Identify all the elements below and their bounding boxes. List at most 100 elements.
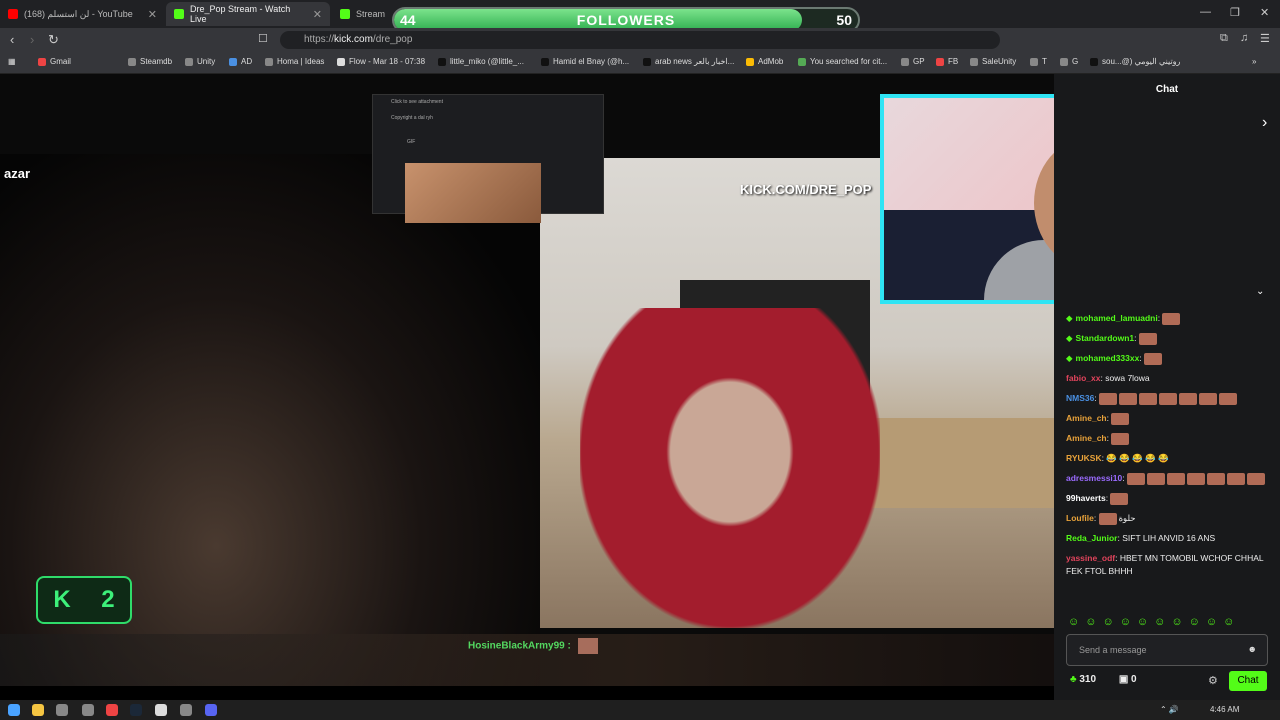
- bookmark-hamid[interactable]: Hamid el Bnay (@h...: [541, 57, 629, 66]
- tab-stream[interactable]: Stream: [332, 2, 392, 26]
- gift-icon: ▣: [1118, 674, 1129, 685]
- kick-watermark: KICK.COM/DRE_POP: [740, 182, 872, 197]
- chrome-icon[interactable]: [155, 704, 167, 716]
- chat-message: ◆ Standardown1:: [1066, 332, 1272, 345]
- overlay-chat-line: HosineBlackArmy99 :: [468, 638, 598, 654]
- back-icon[interactable]: ‹: [10, 32, 14, 47]
- bookmark-search[interactable]: You searched for cit...: [798, 57, 887, 66]
- steam-icon[interactable]: [130, 704, 142, 716]
- close-window-icon[interactable]: ✕: [1260, 6, 1269, 19]
- emote-icon: [1166, 472, 1185, 485]
- emote-bar[interactable]: ☺☺☺☺☺☺☺☺☺☺: [1068, 616, 1240, 628]
- overlay-chat-user: HosineBlackArmy99: [468, 640, 565, 652]
- apps-icon[interactable]: ▦: [8, 57, 16, 66]
- tab-dre-pop[interactable]: Dre_Pop Stream - Watch Live ✕: [166, 2, 330, 26]
- minimize-icon[interactable]: —: [1200, 6, 1211, 18]
- popup-gif-image: [405, 163, 541, 223]
- close-icon[interactable]: ✕: [307, 8, 322, 21]
- emote-icon: [1186, 472, 1205, 485]
- chat-send-label: Chat: [1237, 675, 1259, 686]
- chat-username[interactable]: adresmessi10: [1066, 473, 1122, 483]
- chat-username[interactable]: RYUKSK: [1066, 453, 1102, 463]
- chat-username[interactable]: mohamed_lamuadni: [1076, 313, 1158, 323]
- chat-message: Reda_Junior: SIFT LIH ANVID 16 ANS: [1066, 533, 1216, 543]
- bookmark-steamdb[interactable]: Steamdb: [128, 57, 172, 66]
- more-bookmarks-icon[interactable]: »: [1252, 57, 1256, 66]
- emote-icon: [1119, 392, 1138, 405]
- chat-username[interactable]: 99haverts: [1066, 493, 1106, 503]
- followers-label: FOLLOWERS: [576, 12, 676, 28]
- app-icon[interactable]: [180, 704, 192, 716]
- chat-message: Amine_ch:: [1066, 432, 1272, 445]
- chat-username[interactable]: NMS36: [1066, 393, 1094, 403]
- bookmark-little-miko[interactable]: little_miko (@little_...: [438, 57, 524, 66]
- popup-line: Click to see attachment: [391, 99, 443, 105]
- bookmark-g[interactable]: G: [1060, 57, 1078, 66]
- windows-taskbar: ⌃ 🔊 4:46 AM: [0, 700, 1280, 720]
- brave-icon[interactable]: [106, 704, 118, 716]
- discord-icon[interactable]: [205, 704, 217, 716]
- chat-message: ◆ mohamed333xx:: [1066, 352, 1272, 365]
- tray-icons[interactable]: ⌃ 🔊: [1160, 705, 1179, 714]
- popup-line: GIF: [407, 139, 416, 145]
- app-icon[interactable]: [82, 704, 94, 716]
- chat-message: yassine_odf: HBET MN TOMOBIL WCHOF CHHAL…: [1066, 553, 1264, 576]
- kick-icon: [174, 9, 184, 19]
- bookmark-icon[interactable]: ☐: [258, 32, 268, 45]
- bookmark-unity[interactable]: Unity: [185, 57, 215, 66]
- subscriber-badge-icon: ◆: [1066, 353, 1073, 363]
- bookmark-admob[interactable]: AdMob: [746, 57, 783, 66]
- bookmark-gp[interactable]: GP: [901, 57, 925, 66]
- emote-icon: [1206, 472, 1225, 485]
- tab-youtube[interactable]: (168) لن استسلم - YouTube ✕: [0, 2, 165, 26]
- chevron-right-icon[interactable]: ›: [1262, 114, 1267, 132]
- start-icon[interactable]: [8, 704, 20, 716]
- chat-message: ◆ mohamed_lamuadni:: [1066, 312, 1272, 325]
- chevron-down-icon[interactable]: ⌄: [1256, 286, 1264, 297]
- followers-goal: 50: [836, 12, 852, 28]
- chat-messages: ◆ mohamed_lamuadni: ◆ Standardown1: ◆ moham…: [1066, 312, 1272, 585]
- chat-username[interactable]: fabio_xx: [1066, 373, 1101, 383]
- chat-message: Amine_ch:: [1066, 412, 1272, 425]
- reload-icon[interactable]: ↻: [48, 32, 59, 48]
- chat-header: Chat: [1054, 84, 1280, 95]
- chat-send-button[interactable]: Chat: [1229, 671, 1267, 691]
- bookmark-flow[interactable]: Flow - Mar 18 - 07:38: [337, 57, 425, 66]
- azar-logo: azar: [4, 166, 31, 181]
- emote-icon: [1126, 472, 1145, 485]
- app-icon[interactable]: [56, 704, 68, 716]
- chat-text: sowa 7lowa: [1105, 373, 1150, 383]
- emoji-icon[interactable]: ☻: [1248, 644, 1257, 654]
- chat-username[interactable]: mohamed333xx: [1076, 353, 1140, 363]
- chat-username[interactable]: Reda_Junior: [1066, 533, 1118, 543]
- chat-username[interactable]: yassine_odf: [1066, 553, 1115, 563]
- tab-label: (168) لن استسلم - YouTube: [24, 8, 133, 19]
- settings-icon[interactable]: ⚙: [1208, 674, 1218, 687]
- bookmark-gmail[interactable]: Gmail: [38, 57, 71, 66]
- bookmark-saleunity[interactable]: SaleUnity: [970, 57, 1016, 66]
- restore-icon[interactable]: ❐: [1230, 6, 1240, 19]
- chat-input[interactable]: Send a message ☻: [1066, 634, 1268, 666]
- bookmark-fb[interactable]: FB: [936, 57, 958, 66]
- url-field[interactable]: https://kick.com/dre_pop: [280, 31, 1000, 49]
- emote-icon: [1138, 332, 1157, 345]
- chat-username[interactable]: Amine_ch: [1066, 413, 1107, 423]
- bookmark-ad[interactable]: AD: [229, 57, 252, 66]
- emote-icon: [1144, 352, 1163, 365]
- close-icon[interactable]: ✕: [142, 8, 157, 21]
- chat-username[interactable]: Standardown1: [1076, 333, 1135, 343]
- bookmark-arab-news[interactable]: arab news اخبار بالعر...: [643, 57, 734, 66]
- bookmark-t[interactable]: T: [1030, 57, 1047, 66]
- chat-username[interactable]: Loufile: [1066, 513, 1094, 523]
- menu-icon[interactable]: ☰: [1260, 32, 1270, 45]
- chat-username[interactable]: Amine_ch: [1066, 433, 1107, 443]
- explorer-icon[interactable]: [32, 704, 44, 716]
- forward-icon[interactable]: ›: [30, 32, 34, 47]
- extensions-icon[interactable]: ⧉: [1220, 32, 1228, 45]
- emote-icon: [1098, 512, 1117, 525]
- bookmark-homa[interactable]: Homa | Ideas: [265, 57, 324, 66]
- bookmark-routine[interactable]: sou...@) روتيني اليومي: [1090, 57, 1180, 66]
- emote-icon: [1199, 392, 1218, 405]
- clock: 4:46 AM: [1210, 705, 1240, 714]
- media-icon[interactable]: ♫: [1240, 32, 1248, 44]
